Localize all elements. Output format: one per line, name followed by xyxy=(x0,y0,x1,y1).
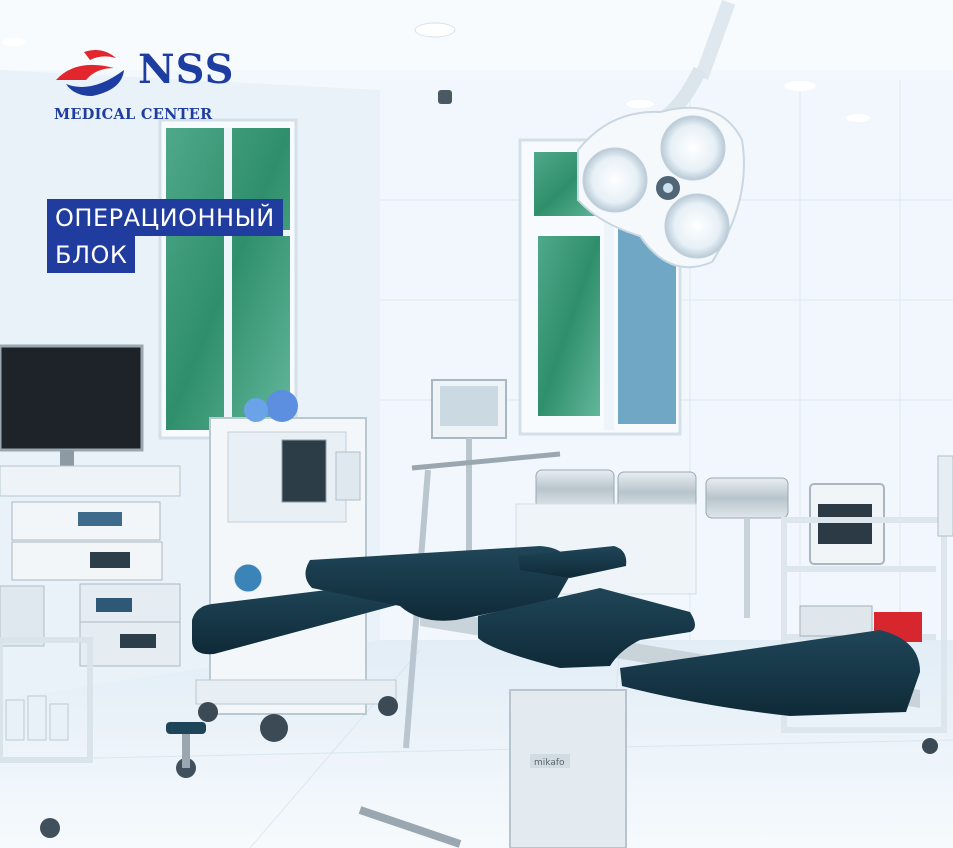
brand-logo: NSS MEDICAL CENTER xyxy=(52,44,276,130)
ceiling-light xyxy=(846,114,870,122)
ceiling-light xyxy=(784,81,816,91)
caption-line-2: БЛОК xyxy=(47,236,136,273)
brand-subtitle: MEDICAL CENTER xyxy=(54,106,213,123)
photo-canvas: mikafo NSS MEDICAL CENTER ОПЕРАЦИОННЫЙ Б… xyxy=(0,0,953,848)
lamp-head xyxy=(664,193,730,259)
ceiling-light xyxy=(414,22,456,38)
ceiling-light xyxy=(2,38,26,46)
caption-line-1: ОПЕРАЦИОННЫЙ xyxy=(47,199,283,236)
anesthesia-screen xyxy=(281,439,327,503)
lamp-head xyxy=(582,147,648,213)
equipment-unit xyxy=(11,541,163,581)
oxygen-mask xyxy=(266,390,298,422)
endoscopy-monitor xyxy=(0,344,144,452)
section-caption: ОПЕРАЦИОННЫЙ БЛОК xyxy=(47,199,283,273)
brand-name: NSS xyxy=(138,46,235,93)
electrosurgical-unit xyxy=(799,605,873,637)
window-glass xyxy=(538,236,600,416)
equipment-tower xyxy=(0,465,181,497)
ceiling-light xyxy=(626,100,654,108)
stool xyxy=(166,722,206,734)
table-brand-label: mikafo xyxy=(534,758,565,768)
camera xyxy=(438,90,452,104)
lamp-head xyxy=(660,115,726,181)
swoosh-logo-icon xyxy=(56,50,124,96)
